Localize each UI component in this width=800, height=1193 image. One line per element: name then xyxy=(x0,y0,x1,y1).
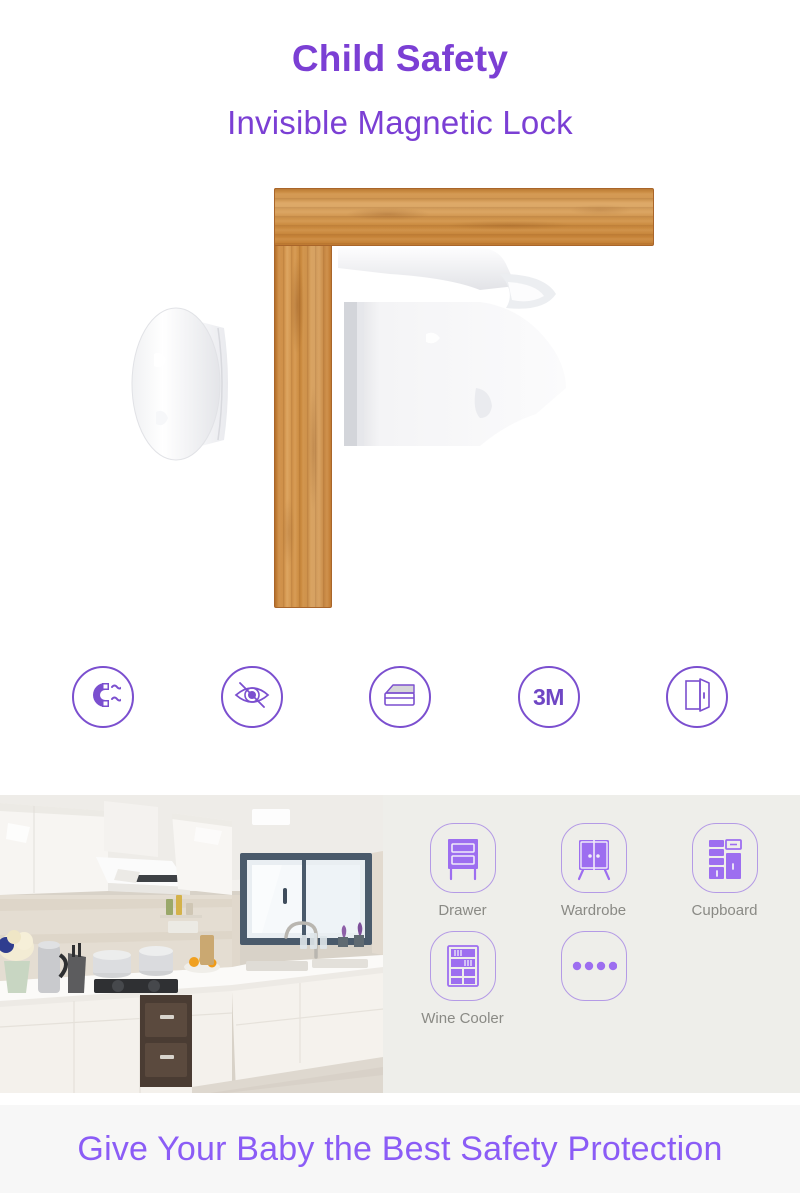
more-dots-icon xyxy=(560,931,627,1001)
application-label: Cupboard xyxy=(691,902,758,919)
feature-drawer[interactable] xyxy=(369,666,431,728)
applications-section: Drawer Wardrobe Cupboard Wine Cooler xyxy=(0,795,800,1093)
footer-tagline: Give Your Baby the Best Safety Protectio… xyxy=(77,1129,723,1168)
application-icon-grid: Drawer Wardrobe Cupboard Wine Cooler xyxy=(383,795,800,1093)
application-item-wine-cooler[interactable]: Wine Cooler xyxy=(397,931,528,1027)
hero-product-image xyxy=(0,176,800,636)
lock-mechanism xyxy=(330,238,630,478)
application-label: Wine Cooler xyxy=(421,1010,504,1027)
drawer-icon xyxy=(381,680,419,715)
application-label: Wardrobe xyxy=(560,902,627,919)
application-item-more[interactable] xyxy=(528,931,659,1027)
application-label: Drawer xyxy=(438,902,487,919)
page-title-primary: Child Safety xyxy=(291,38,509,79)
feature-door[interactable] xyxy=(666,666,728,728)
open-door-icon xyxy=(682,677,712,717)
drawer-cabinet-icon xyxy=(429,823,496,893)
eye-slash-icon xyxy=(232,679,272,716)
application-item-cupboard[interactable]: Cupboard xyxy=(659,823,790,919)
kitchen-photo xyxy=(0,795,383,1093)
feature-3m-adhesive[interactable]: 3M xyxy=(517,666,580,728)
wardrobe-icon xyxy=(560,823,627,893)
page-title-secondary: Invisible Magnetic Lock xyxy=(227,104,573,141)
feature-invisible[interactable] xyxy=(220,666,283,728)
product-marketing-page: Child Safety Invisible Magnetic Lock 3M … xyxy=(0,0,800,1193)
header-section: Child Safety Invisible Magnetic Lock xyxy=(0,0,800,170)
feature-magnet[interactable] xyxy=(72,666,134,728)
application-item-wardrobe[interactable]: Wardrobe xyxy=(528,823,659,919)
application-item-drawer[interactable]: Drawer xyxy=(397,823,528,919)
wine-cooler-icon xyxy=(429,931,496,1001)
footer-banner: Give Your Baby the Best Safety Protectio… xyxy=(0,1105,800,1193)
cupboard-icon xyxy=(691,823,758,893)
3m-adhesive-label: 3M xyxy=(533,683,564,710)
magnetic-key xyxy=(128,294,246,474)
feature-icon-row: 3M xyxy=(0,652,800,742)
cabinet-frame-vertical xyxy=(274,188,332,608)
magnet-icon xyxy=(85,678,123,717)
